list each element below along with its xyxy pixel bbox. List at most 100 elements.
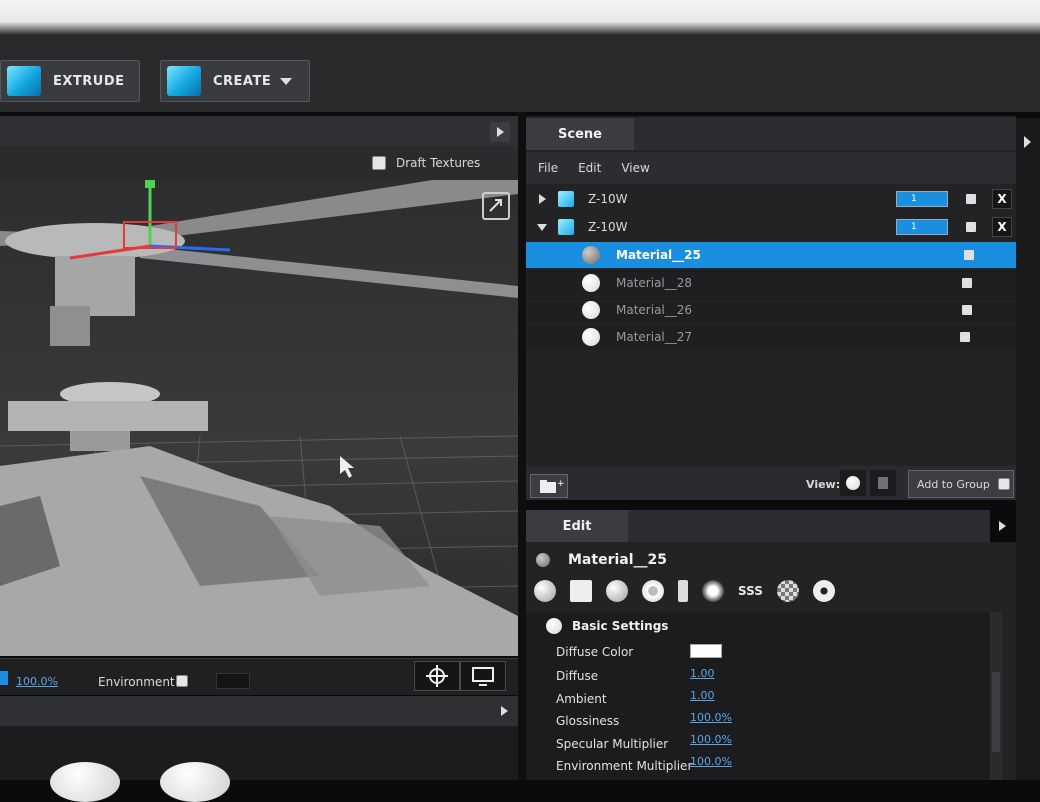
edit-tab-strip bbox=[628, 510, 1006, 542]
ambient-value[interactable]: 1.00 bbox=[690, 689, 715, 702]
zoom-value[interactable]: 100.0% bbox=[16, 675, 58, 688]
glass-icon[interactable] bbox=[678, 580, 688, 602]
environment-swatch[interactable] bbox=[216, 673, 250, 689]
tree-row[interactable]: Z-10W 1 X bbox=[526, 186, 1016, 212]
add-to-group-button[interactable]: Add to Group bbox=[908, 470, 1014, 498]
render-view-button[interactable] bbox=[460, 661, 506, 691]
collapse-icon bbox=[546, 618, 562, 634]
collapse-arrow-icon[interactable] bbox=[534, 220, 554, 234]
visibility-checkbox[interactable] bbox=[966, 194, 976, 204]
visibility-checkbox[interactable] bbox=[960, 332, 970, 342]
chevron-down-icon bbox=[280, 78, 293, 85]
chevron-right-icon[interactable] bbox=[992, 516, 1012, 536]
material-sphere-icon bbox=[582, 274, 600, 292]
create-button[interactable]: CREATE bbox=[160, 60, 310, 102]
diffuse-sphere-icon[interactable] bbox=[606, 580, 628, 602]
material-sphere-icon bbox=[582, 246, 600, 264]
glossiness-value[interactable]: 100.0% bbox=[690, 711, 732, 724]
material-row-selected[interactable]: Material__25 bbox=[526, 242, 1016, 268]
diffuse-value[interactable]: 1.00 bbox=[690, 667, 715, 680]
extrude-icon bbox=[7, 66, 41, 96]
environment-multiplier-value[interactable]: 100.0% bbox=[690, 755, 732, 768]
gear-icon[interactable] bbox=[812, 580, 835, 602]
visibility-checkbox[interactable] bbox=[966, 222, 976, 232]
sphere-icon bbox=[846, 476, 860, 490]
viewport-subheader: Draft Textures bbox=[0, 146, 518, 220]
viewport-header bbox=[0, 116, 518, 147]
3d-viewport[interactable] bbox=[0, 146, 518, 656]
texture-icon bbox=[878, 477, 888, 489]
material-preview-sphere[interactable] bbox=[160, 762, 230, 802]
right-panel-strip bbox=[1016, 118, 1040, 780]
draft-textures-toggle[interactable]: Draft Textures bbox=[372, 156, 480, 170]
crosshair-icon bbox=[426, 665, 448, 687]
visibility-checkbox[interactable] bbox=[962, 278, 972, 288]
edit-material-header: Material__25 bbox=[536, 552, 667, 568]
panel-divider[interactable] bbox=[518, 112, 526, 780]
menu-edit[interactable]: Edit bbox=[578, 161, 601, 175]
sss-tab[interactable]: SSS bbox=[738, 584, 763, 598]
basic-settings-header[interactable]: Basic Settings bbox=[546, 618, 668, 634]
environment-checkbox[interactable] bbox=[176, 675, 188, 687]
layer-stepper[interactable]: 1 bbox=[896, 219, 948, 235]
expand-arrow-icon[interactable] bbox=[534, 192, 554, 206]
scene-menu-bar: File Edit View bbox=[526, 152, 1016, 184]
menu-view[interactable]: View bbox=[621, 161, 649, 175]
monitor-icon bbox=[472, 667, 494, 686]
viewport-footer: 100.0% Environment bbox=[0, 658, 518, 695]
light-bulb-icon[interactable] bbox=[702, 580, 724, 602]
material-row[interactable]: Material__27 bbox=[526, 324, 1016, 350]
property-label: Specular Multiplier bbox=[556, 737, 669, 751]
sphere-view-button[interactable] bbox=[840, 470, 866, 496]
pattern-icon[interactable] bbox=[776, 580, 799, 602]
material-preview-sphere[interactable] bbox=[50, 762, 120, 802]
new-folder-button[interactable]: + bbox=[530, 474, 568, 498]
material-row[interactable]: Material__28 bbox=[526, 270, 1016, 296]
tab-edit[interactable]: Edit bbox=[526, 510, 628, 542]
material-tab-icons: SSS bbox=[534, 580, 849, 602]
property-label: Environment Multiplier bbox=[556, 759, 693, 773]
property-label: Diffuse bbox=[556, 669, 599, 683]
scene-tab-strip bbox=[634, 118, 1016, 150]
environment-label: Environment bbox=[98, 675, 175, 689]
property-label: Glossiness bbox=[556, 714, 620, 728]
visibility-checkbox[interactable] bbox=[964, 250, 974, 260]
tree-row[interactable]: Z-10W 1 X bbox=[526, 214, 1016, 240]
main-toolbar bbox=[0, 36, 1040, 112]
material-sphere-icon bbox=[582, 301, 600, 319]
lower-panel bbox=[0, 726, 518, 802]
close-icon[interactable]: X bbox=[992, 189, 1012, 209]
maximize-icon bbox=[489, 199, 502, 212]
property-label: Ambient bbox=[556, 692, 607, 706]
lower-panel-header bbox=[0, 696, 518, 726]
chevron-right-icon[interactable] bbox=[1016, 130, 1040, 154]
texture-view-button[interactable] bbox=[870, 470, 896, 496]
specular-multiplier-value[interactable]: 100.0% bbox=[690, 733, 732, 746]
maximize-viewport-button[interactable] bbox=[482, 192, 510, 220]
zoom-dropdown[interactable] bbox=[0, 671, 8, 685]
material-sphere-icon bbox=[582, 328, 600, 346]
material-type-icon[interactable] bbox=[534, 580, 556, 602]
extrude-button[interactable]: EXTRUDE bbox=[0, 60, 140, 102]
texture-map-icon[interactable] bbox=[570, 580, 592, 602]
menu-file[interactable]: File bbox=[538, 161, 558, 175]
diffuse-color-swatch[interactable] bbox=[690, 644, 722, 658]
property-label: Diffuse Color bbox=[556, 645, 634, 659]
expand-arrow-button[interactable] bbox=[490, 122, 510, 142]
layer-stepper[interactable]: 1 bbox=[896, 191, 948, 207]
scrollbar-thumb[interactable] bbox=[992, 672, 1000, 752]
target-button[interactable] bbox=[414, 661, 460, 691]
add-group-icon bbox=[997, 478, 1010, 490]
edit-scrollbar[interactable] bbox=[990, 612, 1002, 780]
folder-add-icon: + bbox=[540, 479, 565, 493]
draft-textures-checkbox[interactable] bbox=[372, 156, 386, 170]
helicopter-model bbox=[0, 166, 518, 656]
material-sphere-icon bbox=[536, 553, 550, 567]
close-icon[interactable]: X bbox=[992, 217, 1012, 237]
tab-scene[interactable]: Scene bbox=[526, 118, 634, 150]
reflection-icon[interactable] bbox=[642, 580, 664, 602]
chevron-right-icon[interactable] bbox=[494, 701, 514, 721]
visibility-checkbox[interactable] bbox=[962, 305, 972, 315]
cube-icon bbox=[558, 191, 574, 207]
material-row[interactable]: Material__26 bbox=[526, 297, 1016, 323]
